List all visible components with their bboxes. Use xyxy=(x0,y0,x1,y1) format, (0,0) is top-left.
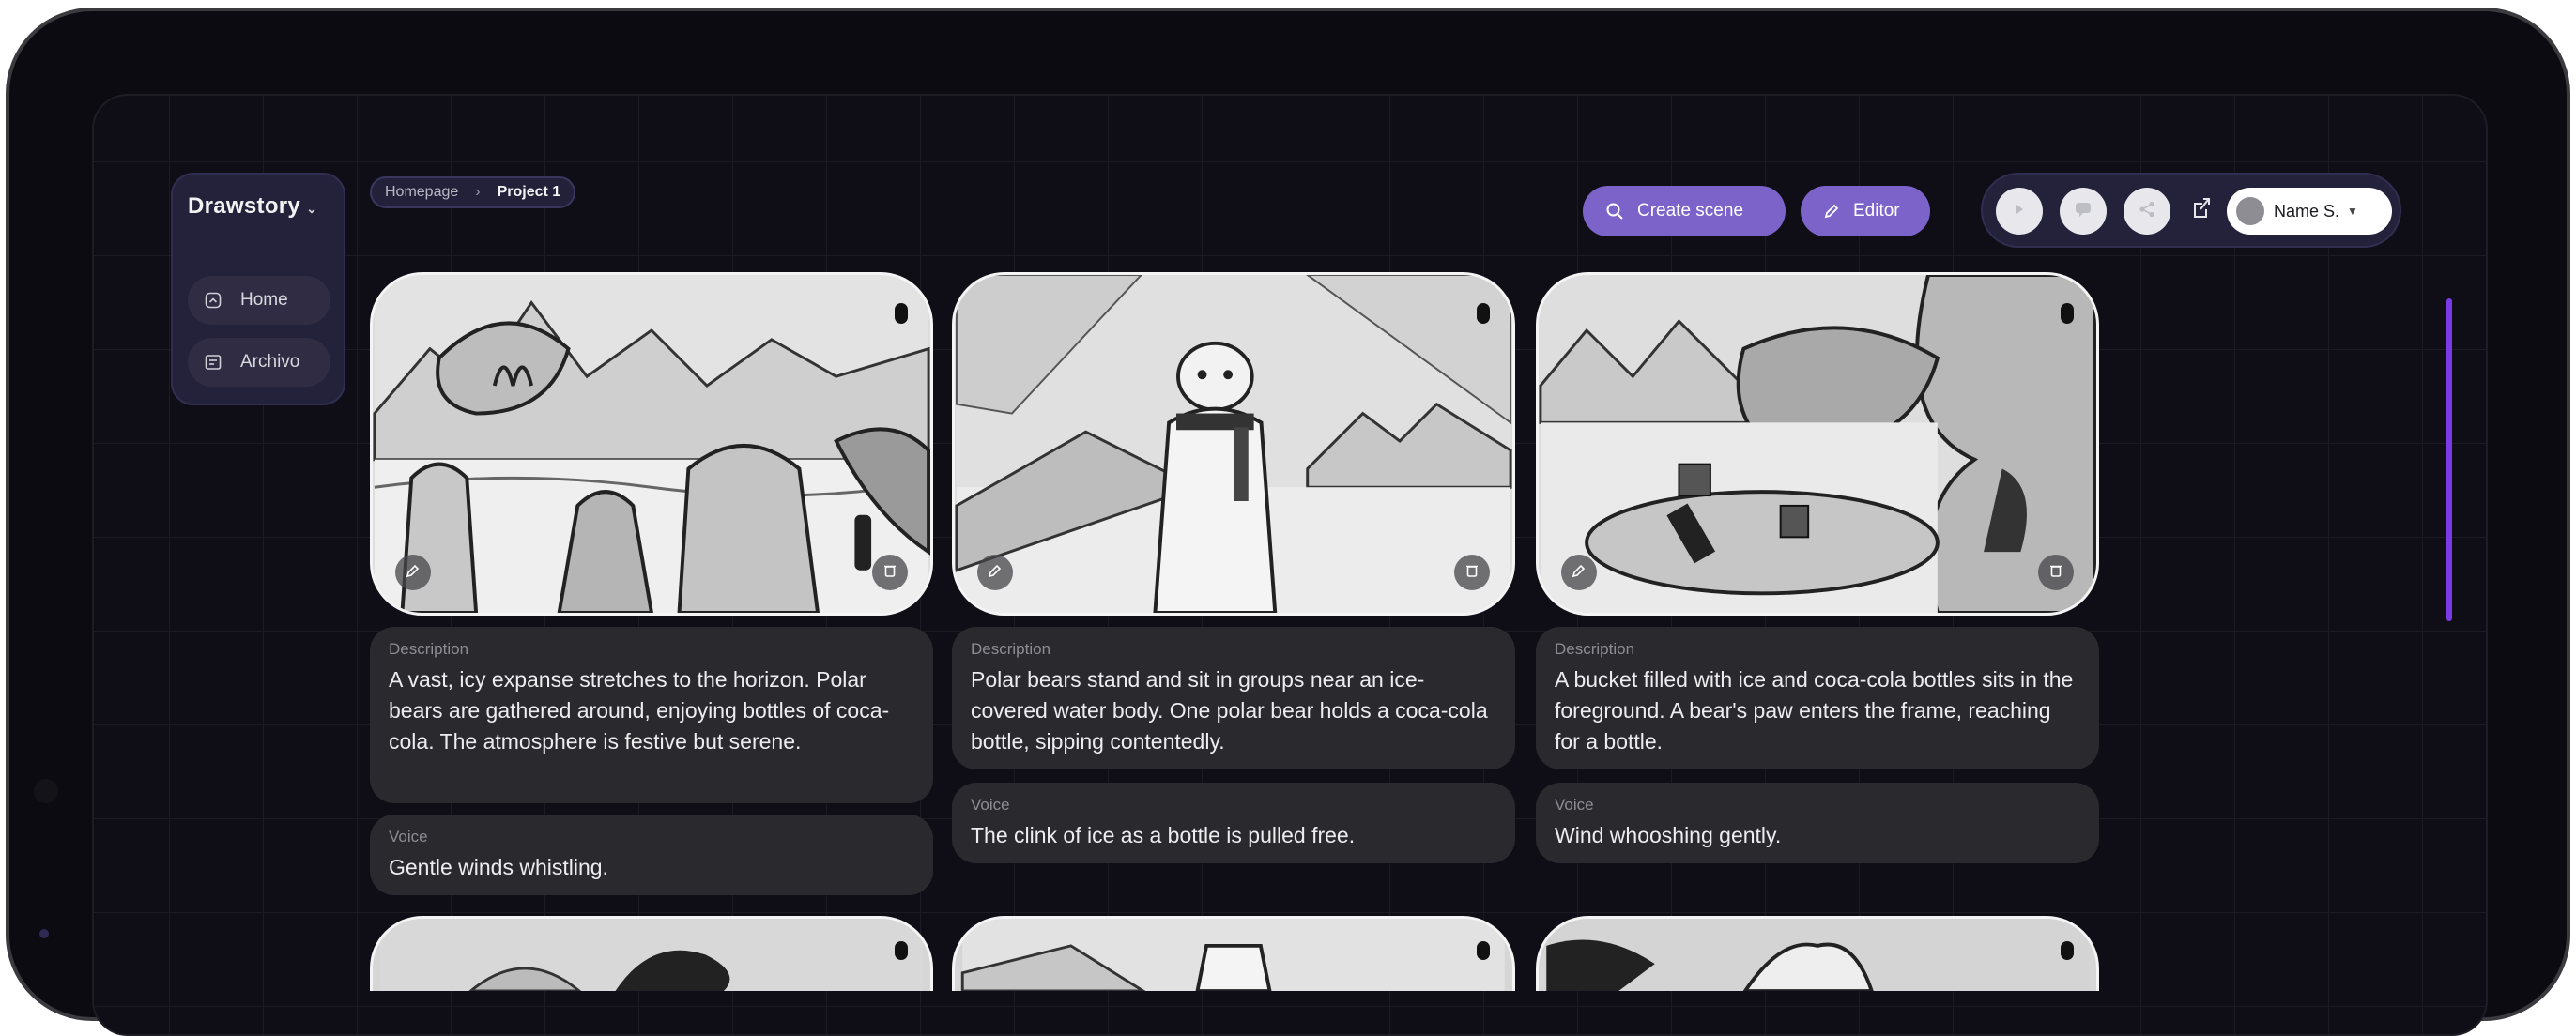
description-text: A vast, icy expanse stretches to the hor… xyxy=(389,667,890,754)
scene-illustration xyxy=(960,919,1505,991)
pencil-icon xyxy=(1823,203,1840,220)
comment-icon xyxy=(2074,201,2093,222)
description-text: A bucket filled with ice and coca-cola b… xyxy=(1555,667,2074,754)
voice-label: Voice xyxy=(389,828,428,846)
pencil-icon xyxy=(988,563,1003,583)
voice-text: Wind whooshing gently. xyxy=(1555,823,1782,847)
more-icon[interactable] xyxy=(1477,941,1490,960)
sidebar-item-archivo[interactable]: Archivo xyxy=(188,338,330,387)
scene-thumbnail[interactable] xyxy=(1536,272,2099,616)
avatar xyxy=(2236,197,2264,225)
scene-voice[interactable]: Voice Wind whooshing gently. xyxy=(1536,783,2099,863)
toolbar: Name S. ▼ xyxy=(1981,173,2401,248)
delete-scene-button[interactable] xyxy=(1454,555,1490,590)
trash-icon xyxy=(2048,563,2063,583)
play-button[interactable] xyxy=(1996,188,2043,235)
scene-thumbnail[interactable] xyxy=(370,272,933,616)
share-icon xyxy=(2138,200,2156,223)
voice-label: Voice xyxy=(971,796,1010,814)
description-label: Description xyxy=(971,640,1051,658)
more-icon[interactable] xyxy=(2061,941,2074,960)
more-icon[interactable] xyxy=(895,941,908,960)
voice-label: Voice xyxy=(1555,796,1594,814)
scene-thumbnail[interactable] xyxy=(952,916,1515,991)
description-label: Description xyxy=(1555,640,1635,658)
user-menu[interactable]: Name S. ▼ xyxy=(2227,188,2392,235)
scene-voice[interactable]: Voice Gentle winds whistling. xyxy=(370,815,933,895)
play-icon xyxy=(2012,202,2027,221)
app-menu[interactable]: Drawstory ⌄ xyxy=(188,193,317,220)
editor-button[interactable]: Editor xyxy=(1801,186,1930,236)
more-icon[interactable] xyxy=(2061,303,2074,324)
more-icon[interactable] xyxy=(895,303,908,324)
export-button[interactable] xyxy=(2188,197,2213,223)
pencil-icon xyxy=(1572,563,1587,583)
scene-description[interactable]: Description A vast, icy expanse stretche… xyxy=(370,627,933,803)
description-text: Polar bears stand and sit in groups near… xyxy=(971,667,1488,754)
camera-dot xyxy=(34,779,58,803)
scrollbar[interactable] xyxy=(2446,298,2452,621)
delete-scene-button[interactable] xyxy=(872,555,908,590)
scene-illustration xyxy=(955,275,1512,613)
search-icon xyxy=(1605,202,1624,221)
chevron-down-icon: ▼ xyxy=(2347,205,2358,218)
voice-text: Gentle winds whistling. xyxy=(389,855,608,879)
scene-thumbnail[interactable] xyxy=(370,916,933,991)
more-icon[interactable] xyxy=(1477,303,1490,324)
indicator-dot xyxy=(39,929,49,938)
app-name: Drawstory xyxy=(188,193,301,219)
share-button[interactable] xyxy=(2124,188,2170,235)
create-scene-label: Create scene xyxy=(1637,201,1744,221)
scene-illustration xyxy=(380,919,923,991)
edit-scene-button[interactable] xyxy=(1561,555,1597,590)
home-icon xyxy=(203,290,223,311)
create-scene-button[interactable]: Create scene xyxy=(1583,186,1786,236)
breadcrumb-homepage[interactable]: Homepage xyxy=(385,184,458,201)
scene-description[interactable]: Description Polar bears stand and sit in… xyxy=(952,627,1515,769)
delete-scene-button[interactable] xyxy=(2038,555,2074,590)
breadcrumb-current: Project 1 xyxy=(497,184,561,200)
scene-description[interactable]: Description A bucket filled with ice and… xyxy=(1536,627,2099,769)
trash-icon xyxy=(882,563,897,583)
sidebar-item-label: Archivo xyxy=(240,352,300,372)
archive-icon xyxy=(203,352,223,373)
editor-label: Editor xyxy=(1853,201,1900,221)
scene-illustration xyxy=(373,275,930,613)
user-name: Name S. xyxy=(2274,201,2340,221)
sidebar-item-label: Home xyxy=(240,290,288,310)
comments-button[interactable] xyxy=(2060,188,2107,235)
scene-voice[interactable]: Voice The clink of ice as a bottle is pu… xyxy=(952,783,1515,863)
scene-illustration xyxy=(1539,275,2096,613)
sidebar-item-home[interactable]: Home xyxy=(188,276,330,325)
voice-text: The clink of ice as a bottle is pulled f… xyxy=(971,823,1356,847)
scene-illustration xyxy=(1546,919,2089,991)
scene-thumbnail[interactable] xyxy=(1536,916,2099,991)
chevron-right-icon: › xyxy=(475,184,481,200)
edit-scene-button[interactable] xyxy=(395,555,431,590)
edit-scene-button[interactable] xyxy=(977,555,1013,590)
export-icon xyxy=(2189,196,2212,225)
breadcrumb: Homepage › Project 1 xyxy=(370,176,576,208)
description-label: Description xyxy=(389,640,469,658)
sidebar: Drawstory ⌄ Home Archivo xyxy=(171,173,345,405)
trash-icon xyxy=(1464,563,1480,583)
chevron-down-icon: ⌄ xyxy=(306,201,318,216)
scene-thumbnail[interactable] xyxy=(952,272,1515,616)
pencil-icon xyxy=(406,563,421,583)
